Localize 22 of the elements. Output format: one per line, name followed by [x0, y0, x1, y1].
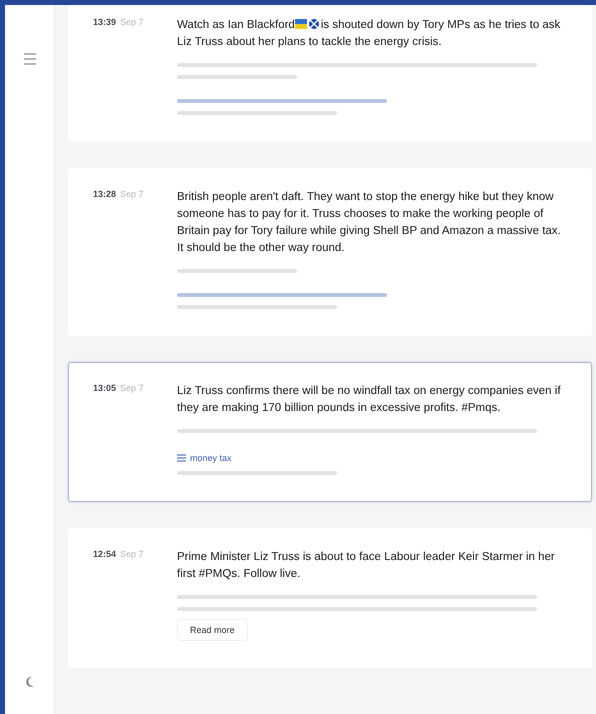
post-card[interactable] — [68, 168, 592, 336]
post-date: Sep 7 — [120, 189, 144, 199]
list-icon — [177, 454, 186, 462]
post-card[interactable]: 13:39 Sep 7 Watch as Ian Blackford is shouted down by Tory MPs as he tries to ask Liz Truss about her plans to tackle the energy crisis. — [68, 5, 592, 142]
post-text: Watch as Ian Blackford is shouted down by Tory MPs as he tries to ask Liz Truss about her plans to tackle the energy crisis. — [177, 18, 562, 50]
read-more-button[interactable]: Read more — [177, 619, 248, 641]
post-text: Prime Minister Liz Truss is about to face Labour leader Keir Starmer in her first #PMQs. Follow live. — [177, 550, 556, 582]
moon-icon[interactable] — [24, 676, 34, 688]
post-date: Sep 7 — [120, 17, 144, 27]
post-date: Sep 7 — [120, 549, 144, 559]
post-time: 13:05 — [93, 383, 116, 393]
tag-link[interactable]: money tax — [190, 453, 232, 463]
post-date: Sep 7 — [120, 383, 144, 393]
post-time: 13:28 — [93, 189, 116, 199]
flags-icon — [294, 19, 321, 29]
post-card[interactable]: 13:05 Sep 7 Liz Truss confirms there will be no windfall tax on energy companies even if they are making 170 billion pounds in excessive profits. #Pmqs. money tax — [68, 362, 592, 502]
post-text: British people aren't daft. They want to stop the energy hike but they know someone has to pay for it. Truss chooses to make the working people of Britain pay for Tory failure while giving Shell BP and Amazon a massive tax. It should be the other way round. — [177, 190, 562, 256]
post-time: 13:39 — [93, 17, 116, 27]
menu-icon[interactable] — [22, 53, 36, 65]
post-text: Liz Truss confirms there will be no windfall tax on energy companies even if they are making 170 billion pounds in excessive profits. #Pmqs. — [177, 384, 562, 416]
post-time: 12:54 — [93, 549, 116, 559]
post-card[interactable]: 12:54 Sep 7 Prime Minister Liz Truss is about to face Labour leader Keir Starmer in her first #PMQs. Follow live. Read more — [68, 528, 592, 668]
